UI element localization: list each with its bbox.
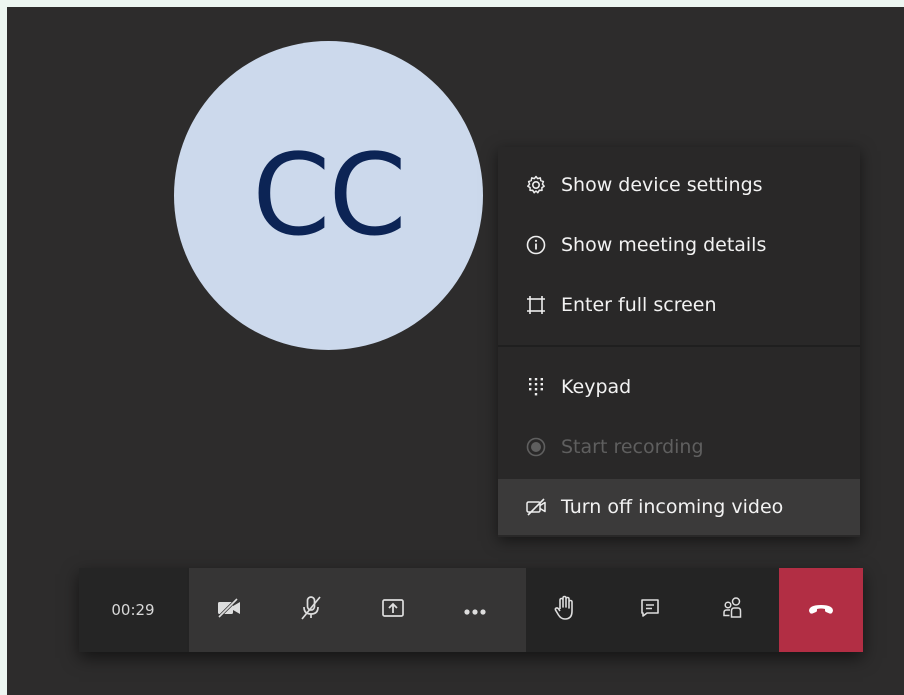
camera-toggle-button[interactable] [199, 568, 259, 652]
menu-item-turn-off-incoming-video[interactable]: Turn off incoming video [498, 479, 860, 535]
more-options-icon [463, 601, 487, 620]
menu-item-label: Start recording [561, 436, 704, 458]
participant-initials: CC [252, 130, 406, 261]
call-timer: 00:29 [79, 568, 187, 652]
menu-item-label: Show meeting details [561, 234, 767, 256]
call-stage: CC Show device settings Show meeting det… [7, 7, 904, 695]
chat-icon [639, 597, 661, 623]
camera-off-icon [216, 597, 242, 623]
raise-hand-button[interactable] [535, 568, 595, 652]
more-options-button[interactable] [445, 568, 505, 652]
gear-icon [525, 174, 547, 196]
menu-item-full-screen[interactable]: Enter full screen [498, 275, 860, 335]
hang-up-icon [807, 601, 835, 620]
share-screen-button[interactable] [363, 568, 423, 652]
call-toolbar: 00:29 [79, 568, 863, 652]
menu-item-label: Enter full screen [561, 294, 717, 316]
menu-item-keypad[interactable]: Keypad [498, 357, 860, 417]
menu-item-device-settings[interactable]: Show device settings [498, 155, 860, 215]
hang-up-button[interactable] [779, 568, 863, 652]
menu-divider [498, 345, 860, 347]
more-options-menu: Show device settings Show meeting detail… [498, 147, 860, 537]
mic-toggle-button[interactable] [281, 568, 341, 652]
menu-item-meeting-details[interactable]: Show meeting details [498, 215, 860, 275]
menu-item-label: Keypad [561, 376, 632, 398]
raise-hand-icon [553, 595, 577, 625]
record-icon [525, 436, 547, 458]
share-screen-icon [381, 597, 405, 623]
participant-avatar: CC [174, 41, 483, 350]
menu-item-start-recording: Start recording [498, 417, 860, 477]
participants-icon [721, 596, 745, 624]
info-icon [525, 234, 547, 256]
chat-button[interactable] [620, 568, 680, 652]
media-controls [189, 568, 526, 652]
mic-muted-icon [299, 595, 323, 625]
menu-item-label: Turn off incoming video [561, 496, 784, 518]
participants-button[interactable] [703, 568, 763, 652]
keypad-icon [525, 376, 547, 398]
video-off-icon [525, 496, 547, 518]
fullscreen-icon [525, 294, 547, 316]
menu-item-label: Show device settings [561, 174, 763, 196]
